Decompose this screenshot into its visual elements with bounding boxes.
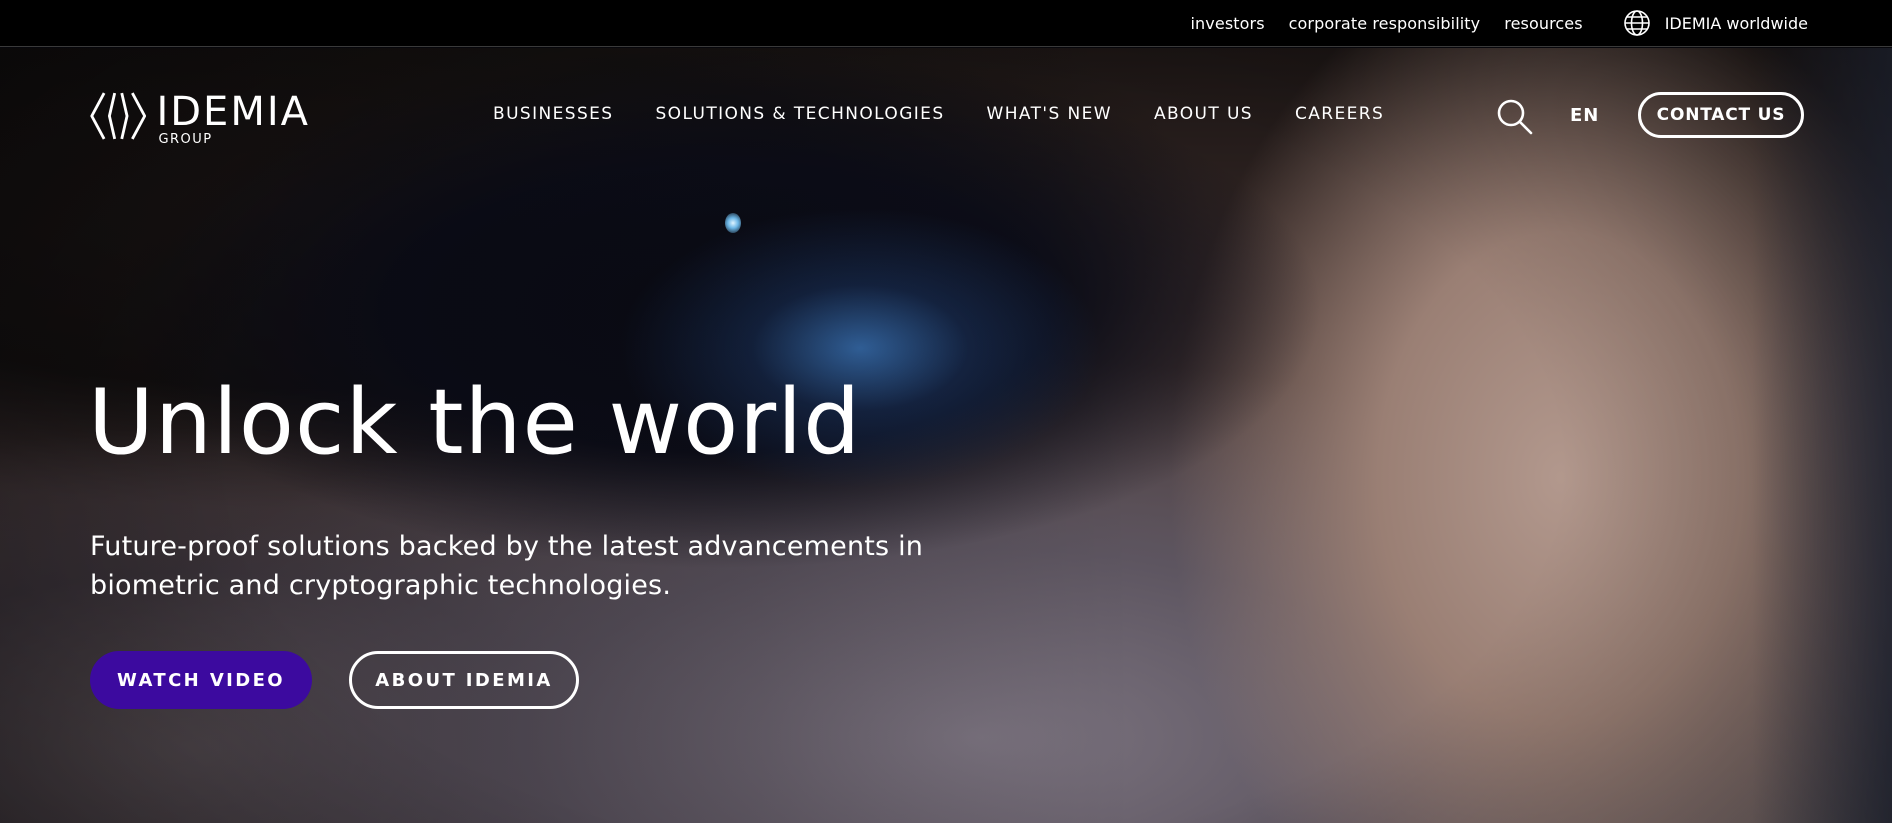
search-icon <box>1497 99 1533 135</box>
utility-bar: investors corporate responsibility resou… <box>0 0 1892 47</box>
idemia-logo[interactable]: IDEMIA GROUP <box>90 88 310 148</box>
utility-link-investors[interactable]: investors <box>1191 14 1265 33</box>
utility-link-corporate-responsibility[interactable]: corporate responsibility <box>1289 14 1481 33</box>
search-button[interactable] <box>1496 98 1534 136</box>
nav-item-about-us[interactable]: ABOUT US <box>1154 104 1253 124</box>
contact-us-button[interactable]: CONTACT US <box>1638 92 1804 138</box>
main-navigation: IDEMIA GROUP BUSINESSES SOLUTIONS & TECH… <box>0 48 1892 182</box>
nav-item-solutions-technologies[interactable]: SOLUTIONS & TECHNOLOGIES <box>655 104 944 124</box>
primary-nav-links: BUSINESSES SOLUTIONS & TECHNOLOGIES WHAT… <box>493 104 1384 124</box>
globe-icon <box>1623 10 1650 36</box>
worldwide-selector[interactable]: IDEMIA worldwide <box>1623 9 1808 37</box>
hero-title: Unlock the world <box>88 370 862 475</box>
nav-item-businesses[interactable]: BUSINESSES <box>493 104 613 124</box>
utility-link-resources[interactable]: resources <box>1504 14 1582 33</box>
nav-item-careers[interactable]: CAREERS <box>1295 104 1384 124</box>
worldwide-label: IDEMIA worldwide <box>1664 13 1808 33</box>
idemia-logo-mark-icon <box>90 92 147 140</box>
hero-subtitle: Future-proof solutions backed by the lat… <box>90 531 924 601</box>
logo-subtitle: GROUP <box>158 132 213 147</box>
about-idemia-button[interactable]: ABOUT IDEMIA <box>349 651 579 709</box>
logo-name: IDEMIA <box>156 89 310 135</box>
language-selector[interactable]: EN <box>1570 105 1599 126</box>
nav-item-whats-new[interactable]: WHAT'S NEW <box>987 104 1112 124</box>
watch-video-button[interactable]: WATCH VIDEO <box>90 651 312 709</box>
